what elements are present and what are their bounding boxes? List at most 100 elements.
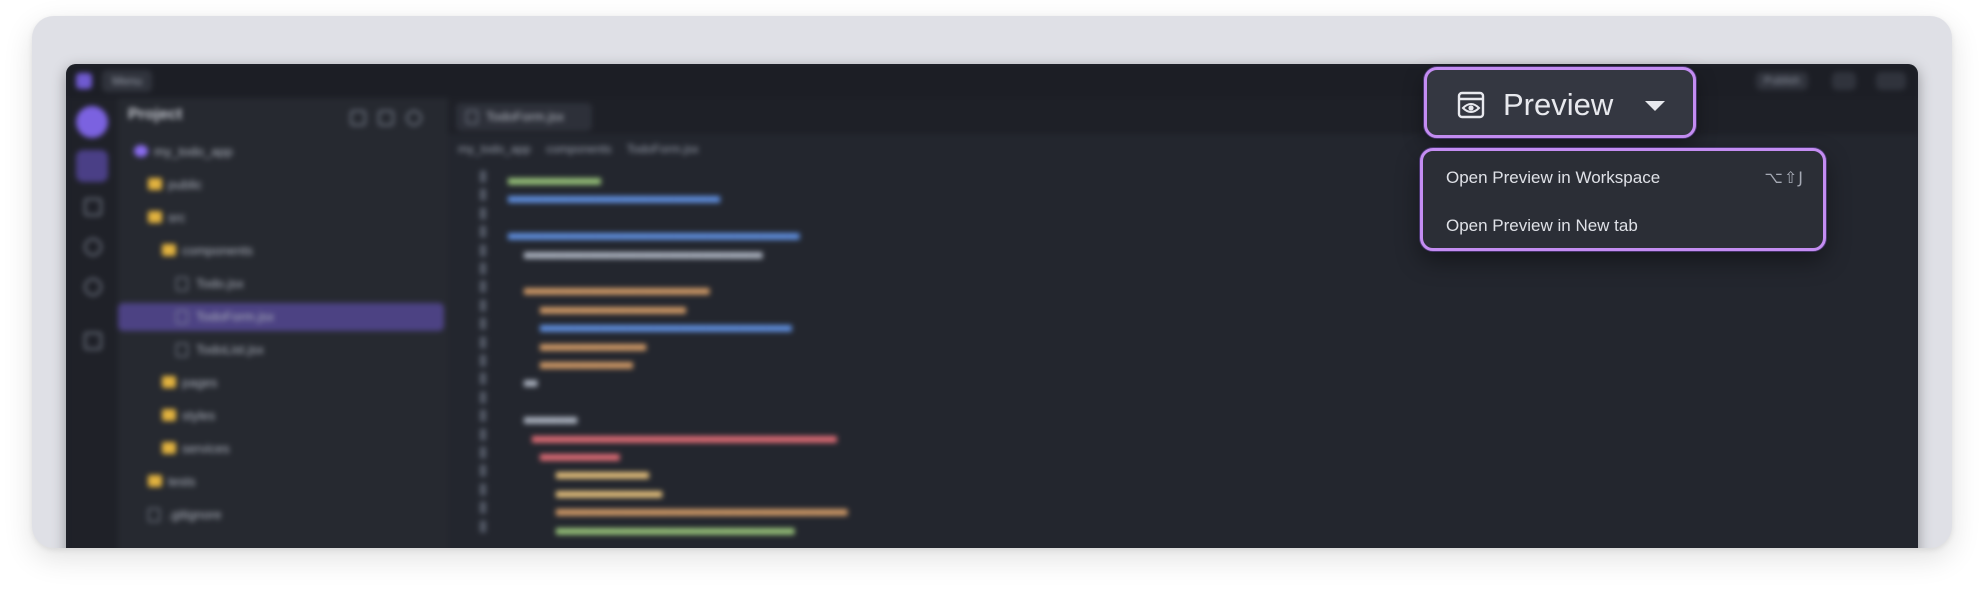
file-icon <box>176 277 188 291</box>
git-icon[interactable] <box>84 198 102 216</box>
tree-item-label: pages <box>182 375 218 390</box>
tree-item[interactable]: .gitignore <box>118 501 448 529</box>
breadcrumb-item[interactable]: components <box>546 142 611 156</box>
line-number: █ <box>479 521 486 533</box>
code-text: ▄▄▄▄▄▄▄▄▄▄▄▄▄▄ <box>540 356 633 369</box>
tree-item-label: styles <box>182 408 216 423</box>
user-avatar[interactable] <box>1832 72 1856 90</box>
tree-item[interactable]: my_todo_app <box>118 138 448 166</box>
tree-item[interactable]: TodoList.jsx <box>118 336 448 364</box>
tree-item[interactable]: Todo.jsx <box>118 270 448 298</box>
tree-item-label: Todo.jsx <box>196 276 244 291</box>
line-number: █ <box>479 484 486 496</box>
line-number: █ <box>479 245 486 257</box>
tree-item-label: TodoForm.jsx <box>196 309 275 324</box>
tree-item-label: TodoList.jsx <box>196 342 264 357</box>
folder-icon <box>162 442 176 454</box>
folder-icon <box>148 178 162 190</box>
file-icon <box>148 508 160 522</box>
breadcrumb-item[interactable]: my_todo_app <box>458 142 531 156</box>
code-text: ▄▄▄▄▄▄▄▄▄▄▄▄ <box>540 448 620 461</box>
menu-item-open-in-new-tab[interactable]: Open Preview in New tab <box>1426 204 1820 248</box>
avatar[interactable] <box>76 106 108 138</box>
preview-button[interactable]: Preview <box>1424 67 1696 138</box>
tab-todoform[interactable]: TodoForm.jsx <box>456 103 592 131</box>
tree-item-label: my_todo_app <box>154 144 233 159</box>
settings-icon[interactable] <box>84 238 102 256</box>
line-number: █ <box>479 356 486 367</box>
breadcrumb: my_todo_app components TodoForm.jsx <box>458 142 711 156</box>
chevron-down-icon[interactable] <box>1645 101 1665 111</box>
project-sidebar: Project my_todo_apppublic src components To… <box>118 98 448 548</box>
folder-icon <box>148 211 162 223</box>
code-text: ▄▄ <box>524 374 538 388</box>
tree-item-label: components <box>182 243 253 258</box>
code-text: ▄▄▄▄▄▄▄▄ <box>524 411 577 425</box>
refresh-icon[interactable] <box>406 110 422 126</box>
code-text: ▄▄▄▄▄▄▄▄▄▄▄▄▄▄▄▄▄▄▄▄▄▄ <box>540 300 686 314</box>
tree-item[interactable]: styles <box>118 402 448 430</box>
tree-item[interactable]: services <box>118 435 448 463</box>
line-number: █ <box>479 300 486 312</box>
line-number: █ <box>479 466 486 478</box>
code-text: ▄▄▄▄▄▄▄▄▄▄▄▄▄▄▄▄▄▄▄▄▄▄▄▄▄▄▄▄▄▄▄▄▄▄▄▄▄▄▄▄… <box>556 503 848 517</box>
app-logo-icon <box>76 73 92 89</box>
collapse-icon[interactable] <box>378 110 394 126</box>
menu-item-open-in-workspace[interactable]: Open Preview in Workspace ⌥⇧J <box>1426 156 1820 200</box>
preview-dropdown-menu: Open Preview in Workspace ⌥⇧J Open Previ… <box>1420 148 1826 251</box>
file-icon <box>176 343 188 357</box>
code-text: ▄▄▄▄▄▄▄▄▄▄▄▄▄▄▄▄▄▄▄▄▄▄▄▄▄▄▄▄▄▄▄▄ <box>508 190 720 204</box>
screenshot-frame: Menu Publish Project my_todo_apppublic sr… <box>32 16 1952 548</box>
project-icon <box>134 145 148 157</box>
home-icon[interactable] <box>84 332 102 350</box>
tree-item-label: tests <box>168 474 196 489</box>
new-file-icon[interactable] <box>350 110 366 126</box>
files-icon[interactable] <box>76 150 108 182</box>
tab-label: TodoForm.jsx <box>486 109 565 124</box>
folder-icon <box>162 376 176 388</box>
line-number: █ <box>479 448 486 459</box>
publish-button[interactable]: Publish <box>1755 72 1808 90</box>
line-number: █ <box>479 172 486 183</box>
breadcrumb-item[interactable]: TodoForm.jsx <box>627 142 699 156</box>
code-text: ▄▄▄▄▄▄▄▄▄▄▄▄▄▄▄▄ <box>556 484 662 498</box>
folder-icon <box>162 409 176 421</box>
code-text: ▄▄▄▄▄▄▄▄▄▄▄▄▄▄▄▄▄▄▄▄▄▄▄▄▄▄▄▄▄▄▄▄▄▄▄▄ <box>524 245 763 259</box>
sidebar-title: Project <box>128 106 183 123</box>
code-text: ▄▄▄▄▄▄▄▄▄▄▄▄▄▄▄▄▄▄▄▄▄▄▄▄▄▄▄▄▄▄▄▄▄▄▄▄▄▄▄▄… <box>532 429 837 443</box>
tree-item[interactable]: public <box>118 171 448 199</box>
line-number: █ <box>479 190 486 202</box>
folder-icon <box>162 244 176 256</box>
line-number: █ <box>479 503 486 515</box>
eye-window-icon <box>1457 91 1485 119</box>
code-text: ▄▄▄▄▄▄▄▄▄▄▄▄▄▄ <box>556 466 649 480</box>
code-text: ▄▄▄▄▄▄▄▄▄▄▄▄▄▄▄▄▄▄▄▄▄▄▄▄▄▄▄▄▄▄▄▄▄▄▄▄▄▄ <box>540 319 792 333</box>
tab-bar: TodoForm.jsx <box>448 98 1918 134</box>
code-text: ▄▄▄▄▄▄▄▄▄▄▄▄▄▄ <box>508 172 601 185</box>
code-text: ▄▄▄▄▄▄▄▄▄▄▄▄▄▄▄▄▄▄▄▄▄▄▄▄▄▄▄▄ <box>524 282 710 296</box>
line-number: █ <box>479 208 486 220</box>
line-number: █ <box>479 374 486 386</box>
tree-item[interactable]: TodoForm.jsx <box>118 303 444 331</box>
folder-icon <box>148 475 162 487</box>
menu-button[interactable]: Menu <box>102 70 153 92</box>
tree-item[interactable]: components <box>118 237 448 265</box>
tree-item-label: public <box>168 177 202 192</box>
line-number: █ <box>479 264 486 275</box>
menu-item-label: Open Preview in New tab <box>1446 216 1638 235</box>
menu-item-label: Open Preview in Workspace <box>1446 168 1661 187</box>
code-text: ▄▄▄▄▄▄▄▄▄▄▄▄▄▄▄▄ <box>540 337 646 351</box>
tree-item[interactable]: src <box>118 204 448 232</box>
file-icon <box>466 110 478 124</box>
line-number: █ <box>479 392 486 404</box>
line-number: █ <box>479 411 486 423</box>
line-number: █ <box>479 282 486 294</box>
preview-label: Preview <box>1503 87 1614 122</box>
line-number: █ <box>479 337 486 349</box>
line-number: █ <box>479 429 486 441</box>
tree-item-label: src <box>168 210 186 225</box>
search-icon[interactable] <box>84 278 102 296</box>
window-controls[interactable] <box>1876 72 1906 90</box>
tree-item[interactable]: tests <box>118 468 448 496</box>
tree-item[interactable]: pages <box>118 369 448 397</box>
